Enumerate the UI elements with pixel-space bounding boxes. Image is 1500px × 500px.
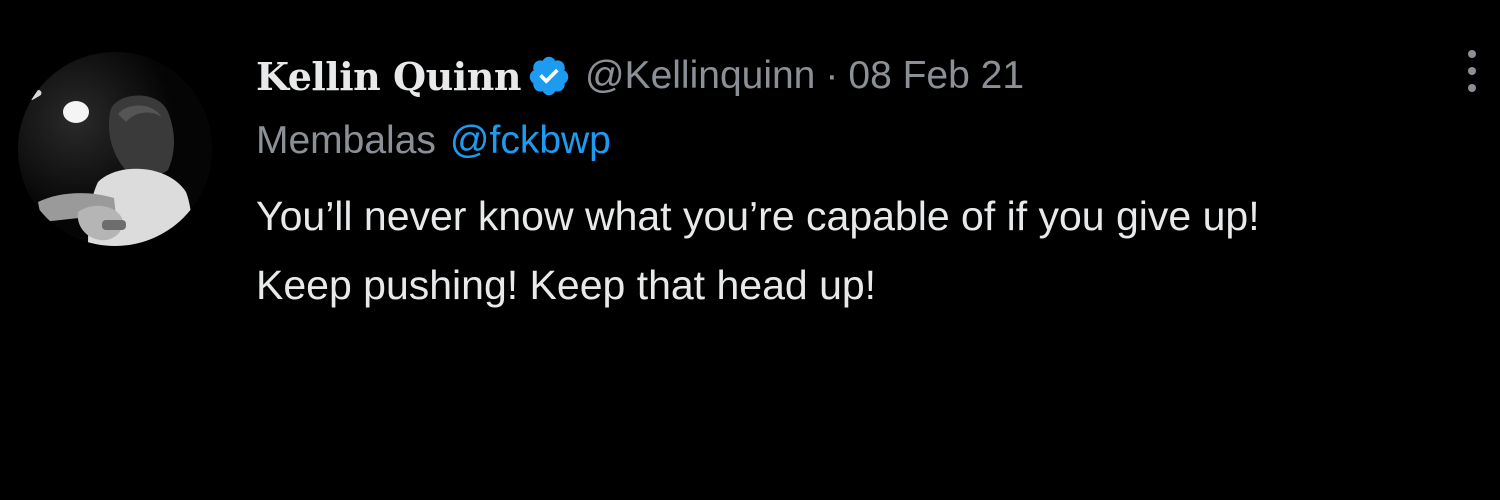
more-vertical-icon[interactable] (1466, 48, 1478, 94)
tweet-text: You’ll never know what you’re capable of… (256, 193, 1260, 308)
author-handle[interactable]: @Kellinquinn (585, 54, 815, 98)
verified-badge-icon (527, 54, 571, 98)
tweet-content: Kellin Quinn @Kellinquinn · 08 Feb 21 Me… (256, 44, 1500, 320)
tweet-card[interactable]: Kellin Quinn @Kellinquinn · 08 Feb 21 Me… (0, 0, 1500, 500)
tweet-date[interactable]: 08 Feb 21 (848, 54, 1024, 98)
tweet-header: Kellin Quinn @Kellinquinn · 08 Feb 21 (256, 44, 1500, 108)
reply-context: Membalas @fckbwp (256, 114, 1500, 168)
avatar-photo-icon (18, 52, 212, 246)
avatar[interactable] (18, 52, 212, 246)
reply-prefix: Membalas (256, 119, 436, 162)
reply-mention-link[interactable]: @fckbwp (450, 119, 611, 163)
separator-dot: · (825, 54, 839, 97)
display-name[interactable]: Kellin Quinn (256, 54, 521, 99)
